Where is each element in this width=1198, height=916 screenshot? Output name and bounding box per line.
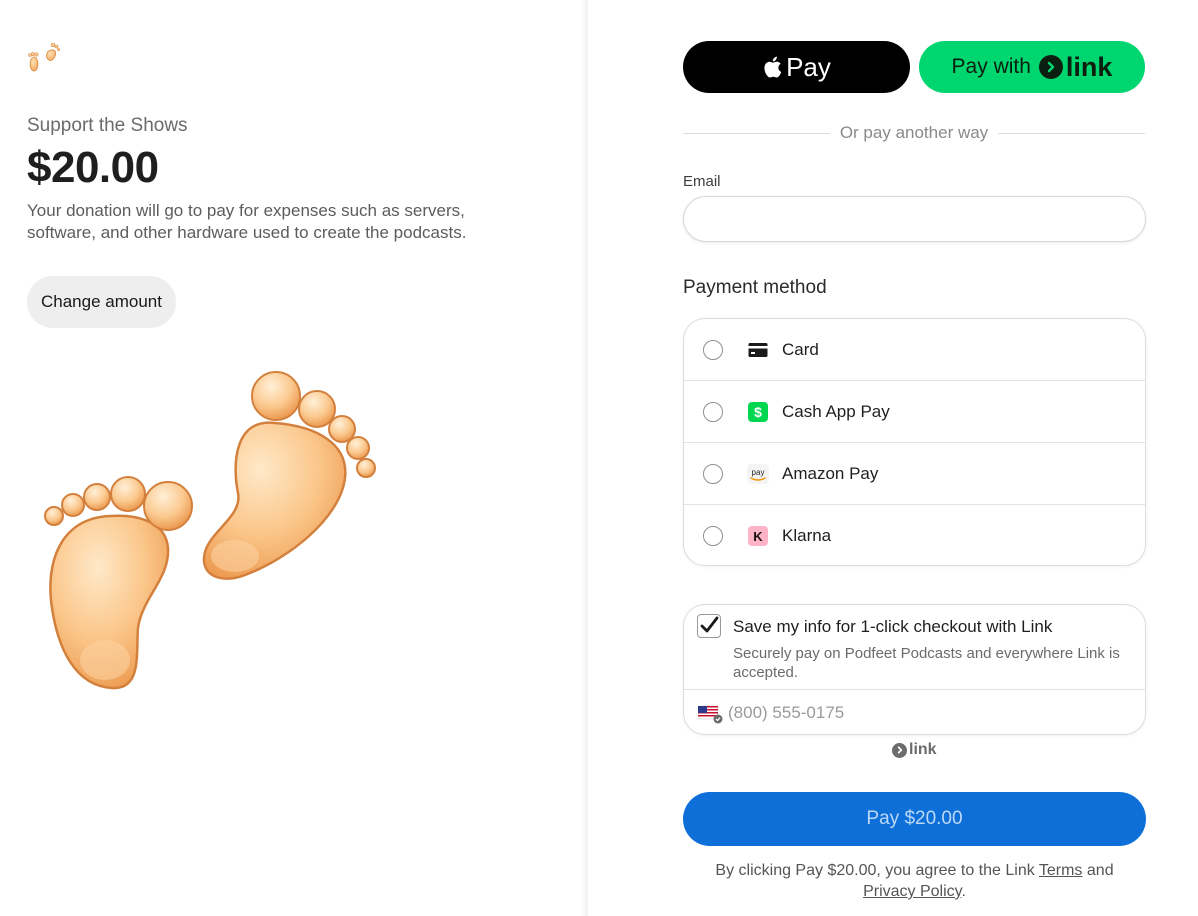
legal-suffix: .	[961, 883, 966, 900]
link-brand-text: link	[909, 741, 937, 758]
payment-option-cash-app[interactable]: $ Cash App Pay	[684, 381, 1145, 443]
payment-method-title: Payment method	[683, 277, 827, 298]
legal-notice: By clicking Pay $20.00, you agree to the…	[683, 860, 1146, 902]
link-brand-text: link	[1065, 51, 1113, 82]
pay-button[interactable]: Pay $20.00	[683, 792, 1146, 846]
legal-and: and	[1086, 862, 1114, 879]
save-info-checkbox[interactable]	[697, 614, 721, 638]
cash-app-icon: $	[747, 401, 769, 423]
divider-line	[683, 132, 830, 134]
save-info-box: Save my info for 1-click checkout with L…	[683, 604, 1146, 735]
panel-divider	[580, 0, 588, 916]
legal-prefix: By clicking Pay $20.00, you agree to the…	[715, 862, 1035, 879]
save-info-title: Save my info for 1-click checkout with L…	[733, 617, 1053, 636]
payment-option-label: Klarna	[782, 526, 832, 545]
footprints-icon	[28, 42, 61, 72]
email-label: Email	[683, 173, 721, 190]
klarna-glyph: K	[753, 529, 763, 544]
phone-number-field[interactable]	[724, 691, 1124, 734]
save-info-subtitle: Securely pay on Podfeet Podcasts and eve…	[733, 645, 1120, 681]
payment-option-label: Amazon Pay	[782, 463, 879, 483]
product-summary-panel: Support the Shows $20.00 Your donation w…	[0, 0, 588, 916]
link-chevron-icon	[1038, 55, 1063, 79]
privacy-policy-link[interactable]: Privacy Policy	[863, 883, 961, 900]
us-flag-icon[interactable]	[698, 704, 724, 724]
checkmark-icon	[700, 616, 719, 633]
payment-option-label: Cash App Pay	[782, 401, 890, 421]
apple-pay-label: Pay	[786, 51, 831, 82]
radio-button[interactable]	[703, 463, 723, 484]
link-footer-logo: link	[892, 741, 937, 759]
payment-option-label: Card	[782, 339, 819, 359]
product-name: Support the Shows	[27, 115, 188, 136]
footprints-icon	[44, 371, 376, 690]
link-logo: link	[1038, 51, 1113, 83]
credit-card-icon	[747, 339, 769, 361]
payment-option-amazon-pay[interactable]: pay Amazon Pay	[684, 443, 1145, 505]
pay-with-label: Pay with	[951, 55, 1031, 78]
or-divider: Or pay another way	[683, 122, 1146, 144]
radio-button[interactable]	[703, 526, 723, 546]
payment-option-card[interactable]: Card	[684, 319, 1145, 381]
terms-link[interactable]: Terms	[1039, 862, 1083, 879]
save-info-divider	[684, 689, 1145, 690]
apple-logo-icon	[764, 56, 782, 78]
change-amount-button[interactable]: Change amount	[27, 276, 176, 328]
radio-button[interactable]	[703, 339, 723, 360]
price-amount: $20.00	[27, 143, 159, 192]
apple-pay-button[interactable]: Pay	[683, 41, 910, 93]
email-field[interactable]	[683, 196, 1146, 242]
checkout-form-panel: Pay Pay with link Or pay another way Ema…	[588, 0, 1198, 916]
cash-app-glyph: $	[754, 404, 762, 420]
payment-method-list: Card $ Cash App Pay pay Amazon Pay K Kla…	[683, 318, 1146, 566]
divider-line	[998, 132, 1146, 134]
amazon-pay-icon: pay	[747, 463, 769, 485]
divider-text: Or pay another way	[839, 123, 989, 142]
link-chevron-icon	[892, 742, 907, 758]
klarna-icon: K	[747, 525, 769, 547]
payment-option-klarna[interactable]: K Klarna	[684, 505, 1145, 565]
product-description: Your donation will go to pay for expense…	[27, 201, 467, 242]
pay-with-link-button[interactable]: Pay with link	[919, 41, 1145, 93]
radio-button[interactable]	[703, 401, 723, 422]
amazon-pay-glyph: pay	[752, 468, 765, 477]
